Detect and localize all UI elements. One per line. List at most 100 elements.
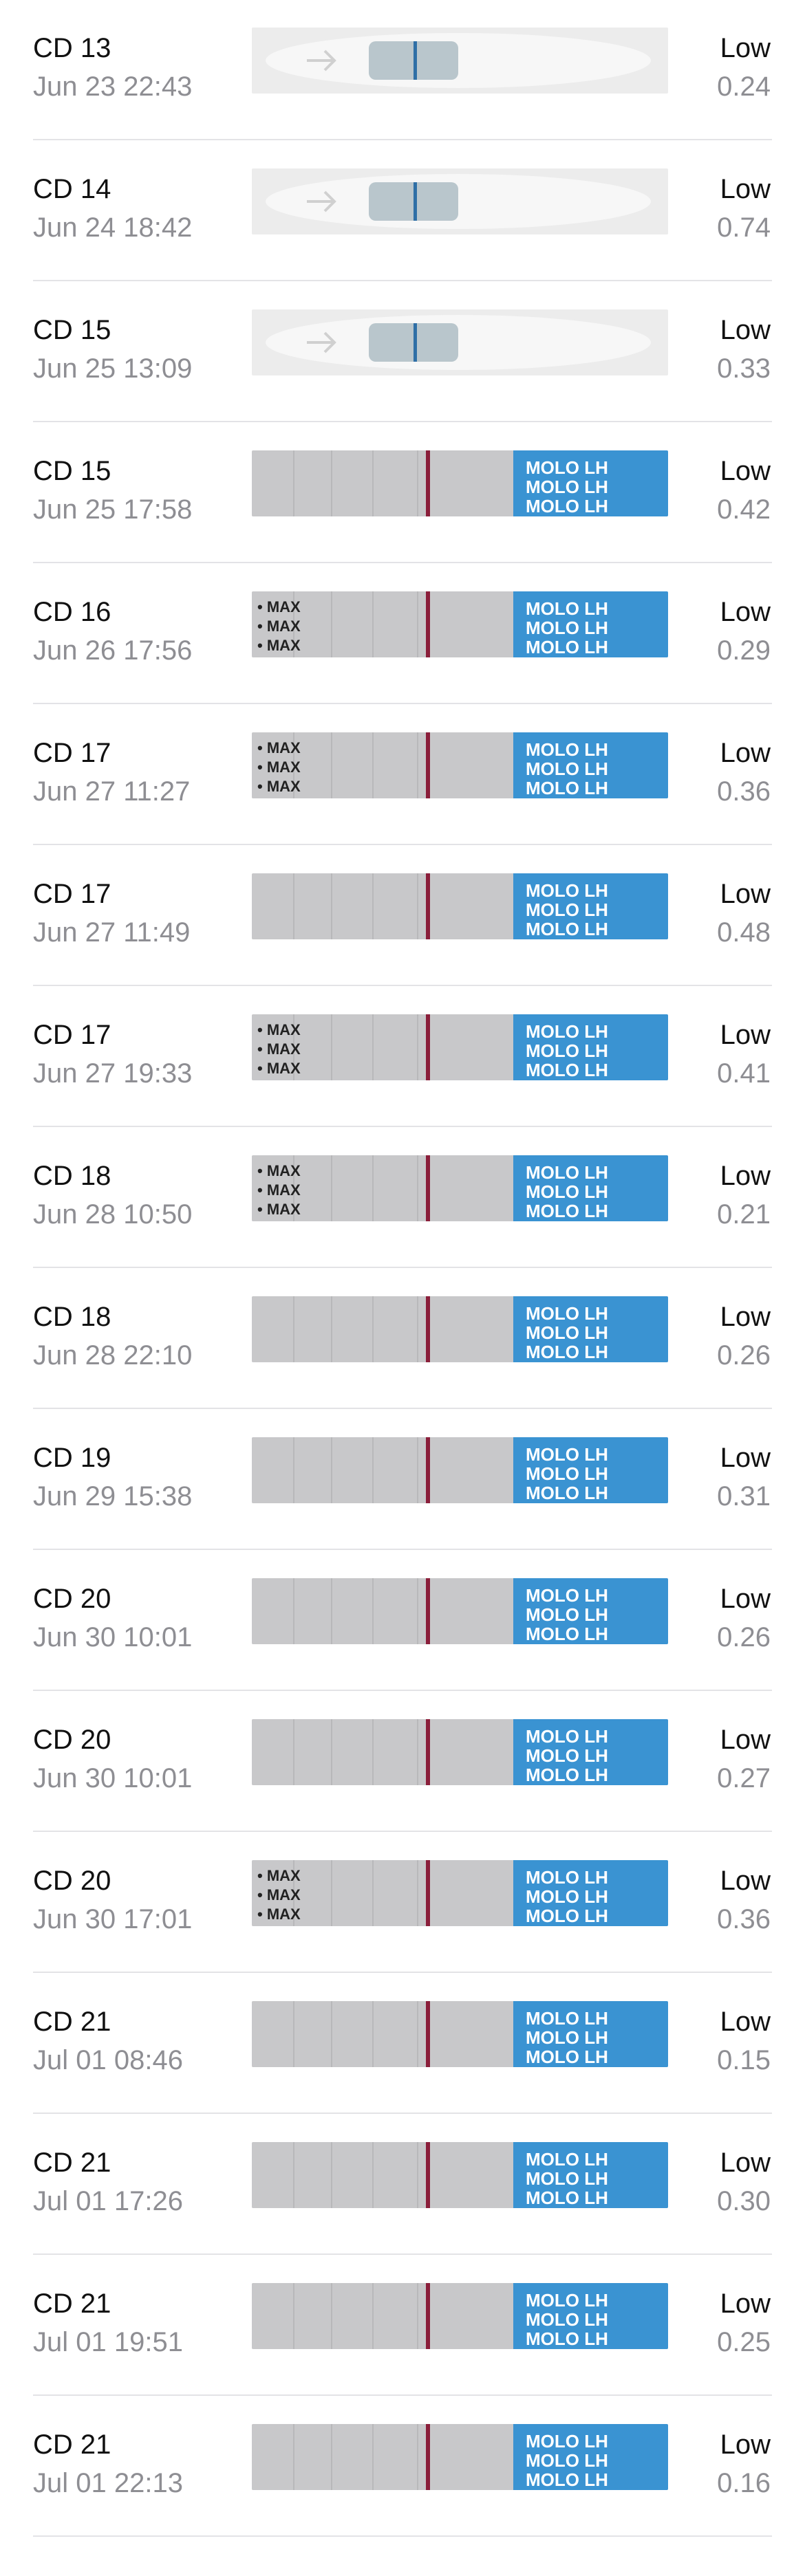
test-entry-row[interactable]: CD 20 Jun 30 10:01 MOLO LH MOLO LH MOLO LH Lo… bbox=[0, 1719, 805, 1871]
timestamp-label: Jun 28 10:50 bbox=[33, 1199, 193, 1230]
row-divider bbox=[33, 1831, 772, 1832]
test-entry-row[interactable]: CD 19 Jun 29 15:38 MOLO LH MOLO LH MOLO LH Lo… bbox=[0, 1437, 805, 1589]
brand-text: MOLO LH bbox=[526, 1162, 608, 1183]
max-marker-text: • MAX bbox=[257, 1886, 301, 1903]
test-strip-photo[interactable] bbox=[252, 168, 668, 234]
brand-text: MOLO LH bbox=[526, 2149, 608, 2170]
test-entry-row[interactable]: CD 20 Jun 30 17:01 MOLO LH MOLO LH MOLO LH • … bbox=[0, 1860, 805, 2012]
result-value-label: 0.36 bbox=[717, 1904, 771, 1934]
timestamp-label: Jul 01 19:51 bbox=[33, 2327, 183, 2357]
brand-text: MOLO LH bbox=[526, 2328, 608, 2349]
timestamp-label: Jun 29 15:38 bbox=[33, 1481, 193, 1511]
brand-text: MOLO LH bbox=[526, 2027, 608, 2048]
test-strip-photo[interactable]: MOLO LH MOLO LH MOLO LH bbox=[252, 1578, 668, 1644]
row-divider bbox=[33, 703, 772, 704]
row-divider bbox=[33, 2394, 772, 2396]
test-strip-photo[interactable]: MOLO LH MOLO LH MOLO LH • MAX • MAX • MAX bbox=[252, 591, 668, 657]
row-divider bbox=[33, 1267, 772, 1268]
cycle-day-label: CD 19 bbox=[33, 1443, 111, 1473]
test-entry-row[interactable]: CD 17 Jun 27 11:27 MOLO LH MOLO LH MOLO LH • … bbox=[0, 732, 805, 884]
test-strip-photo[interactable]: MOLO LH MOLO LH MOLO LH bbox=[252, 2424, 668, 2490]
test-entry-row[interactable]: CD 21 Jul 01 19:51 MOLO LH MOLO LH MOLO LH Lo… bbox=[0, 2283, 805, 2435]
result-level-label: Low bbox=[720, 1302, 771, 1332]
cycle-day-label: CD 20 bbox=[33, 1866, 111, 1896]
test-strip-photo[interactable]: MOLO LH MOLO LH MOLO LH bbox=[252, 1296, 668, 1362]
cycle-day-label: CD 13 bbox=[33, 33, 111, 63]
test-strip-photo[interactable]: MOLO LH MOLO LH MOLO LH bbox=[252, 450, 668, 516]
test-strip-photo[interactable]: MOLO LH MOLO LH MOLO LH • MAX • MAX • MAX bbox=[252, 732, 668, 798]
timestamp-label: Jul 01 22:13 bbox=[33, 2468, 183, 2498]
test-entry-row[interactable]: CD 17 Jun 27 11:49 MOLO LH MOLO LH MOLO LH Lo… bbox=[0, 873, 805, 1025]
brand-text: MOLO LH bbox=[526, 1624, 608, 1644]
brand-text: MOLO LH bbox=[526, 1444, 608, 1465]
brand-text: MOLO LH bbox=[526, 1201, 608, 1221]
brand-text: MOLO LH bbox=[526, 919, 608, 939]
result-value-label: 0.30 bbox=[717, 2186, 771, 2216]
test-entry-row[interactable]: CD 16 Jun 26 17:56 MOLO LH MOLO LH MOLO LH • … bbox=[0, 591, 805, 743]
result-value-label: 0.24 bbox=[717, 72, 771, 102]
test-strip-photo[interactable]: MOLO LH MOLO LH MOLO LH • MAX • MAX • MAX bbox=[252, 1155, 668, 1221]
result-value-label: 0.74 bbox=[717, 212, 771, 243]
row-divider bbox=[33, 562, 772, 563]
row-divider bbox=[33, 2253, 772, 2255]
result-value-label: 0.21 bbox=[717, 1199, 771, 1230]
result-value-label: 0.26 bbox=[717, 1622, 771, 1652]
test-strip-photo[interactable] bbox=[252, 309, 668, 375]
max-marker-text: • MAX bbox=[257, 758, 301, 776]
result-level-label: Low bbox=[720, 597, 771, 627]
brand-text: MOLO LH bbox=[526, 778, 608, 798]
cycle-day-label: CD 20 bbox=[33, 1584, 111, 1614]
test-entry-row[interactable]: CD 18 Jun 28 10:50 MOLO LH MOLO LH MOLO LH • … bbox=[0, 1155, 805, 1307]
test-strip-photo[interactable]: MOLO LH MOLO LH MOLO LH bbox=[252, 873, 668, 939]
test-strip-photo[interactable]: MOLO LH MOLO LH MOLO LH bbox=[252, 2142, 668, 2208]
test-strip-photo[interactable]: MOLO LH MOLO LH MOLO LH bbox=[252, 1437, 668, 1503]
result-value-label: 0.33 bbox=[717, 353, 771, 384]
brand-text: MOLO LH bbox=[526, 739, 608, 760]
result-value-label: 0.48 bbox=[717, 917, 771, 948]
test-strip-photo[interactable]: MOLO LH MOLO LH MOLO LH bbox=[252, 2283, 668, 2349]
brand-text: MOLO LH bbox=[526, 2008, 608, 2029]
test-entry-row[interactable]: CD 21 Jul 01 22:13 MOLO LH MOLO LH MOLO LH Lo… bbox=[0, 2424, 805, 2576]
test-entry-row[interactable]: CD 21 Jul 01 08:46 MOLO LH MOLO LH MOLO LH Lo… bbox=[0, 2001, 805, 2153]
brand-text: MOLO LH bbox=[526, 496, 608, 516]
result-level-label: Low bbox=[720, 2430, 771, 2460]
cycle-day-label: CD 17 bbox=[33, 1020, 111, 1050]
test-entry-row[interactable]: CD 20 Jun 30 10:01 MOLO LH MOLO LH MOLO LH Lo… bbox=[0, 1578, 805, 1730]
result-level-label: Low bbox=[720, 2289, 771, 2319]
max-marker-text: • MAX bbox=[257, 1021, 301, 1038]
result-level-label: Low bbox=[720, 879, 771, 909]
test-entry-row[interactable]: CD 21 Jul 01 17:26 MOLO LH MOLO LH MOLO LH Lo… bbox=[0, 2142, 805, 2294]
result-value-label: 0.15 bbox=[717, 2045, 771, 2075]
row-divider bbox=[33, 844, 772, 845]
test-strip-photo[interactable]: MOLO LH MOLO LH MOLO LH bbox=[252, 2001, 668, 2067]
brand-text: MOLO LH bbox=[526, 2187, 608, 2208]
brand-text: MOLO LH bbox=[526, 2290, 608, 2311]
timestamp-label: Jun 25 13:09 bbox=[33, 353, 193, 384]
max-marker-text: • MAX bbox=[257, 598, 301, 615]
max-marker-text: • MAX bbox=[257, 739, 301, 756]
timestamp-label: Jun 26 17:56 bbox=[33, 635, 193, 666]
cycle-day-label: CD 15 bbox=[33, 456, 111, 486]
test-strip-photo[interactable]: MOLO LH MOLO LH MOLO LH • MAX • MAX • MAX bbox=[252, 1860, 668, 1926]
test-entry-row[interactable]: CD 14 Jun 24 18:42 Low 0.74 bbox=[0, 168, 805, 320]
row-divider bbox=[33, 1972, 772, 1973]
brand-text: MOLO LH bbox=[526, 1060, 608, 1080]
brand-text: MOLO LH bbox=[526, 899, 608, 920]
max-marker-text: • MAX bbox=[257, 618, 301, 635]
test-entry-row[interactable]: CD 18 Jun 28 22:10 MOLO LH MOLO LH MOLO LH Lo… bbox=[0, 1296, 805, 1448]
test-strip-photo[interactable]: MOLO LH MOLO LH MOLO LH • MAX • MAX • MAX bbox=[252, 1014, 668, 1080]
brand-text: MOLO LH bbox=[526, 1726, 608, 1747]
row-divider bbox=[33, 421, 772, 422]
test-entry-row[interactable]: CD 15 Jun 25 17:58 MOLO LH MOLO LH MOLO LH Lo… bbox=[0, 450, 805, 602]
result-value-label: 0.41 bbox=[717, 1058, 771, 1089]
test-entry-row[interactable]: CD 15 Jun 25 13:09 Low 0.33 bbox=[0, 309, 805, 461]
test-entry-row[interactable]: CD 17 Jun 27 19:33 MOLO LH MOLO LH MOLO LH • … bbox=[0, 1014, 805, 1166]
result-level-label: Low bbox=[720, 174, 771, 204]
cycle-day-label: CD 20 bbox=[33, 1725, 111, 1755]
test-strip-photo[interactable]: MOLO LH MOLO LH MOLO LH bbox=[252, 1719, 668, 1785]
test-strip-photo[interactable] bbox=[252, 28, 668, 94]
timestamp-label: Jun 27 11:27 bbox=[33, 776, 191, 807]
test-entry-row[interactable]: CD 13 Jun 23 22:43 Low 0.24 bbox=[0, 28, 805, 179]
brand-text: MOLO LH bbox=[526, 1463, 608, 1484]
brand-text: MOLO LH bbox=[526, 2046, 608, 2067]
